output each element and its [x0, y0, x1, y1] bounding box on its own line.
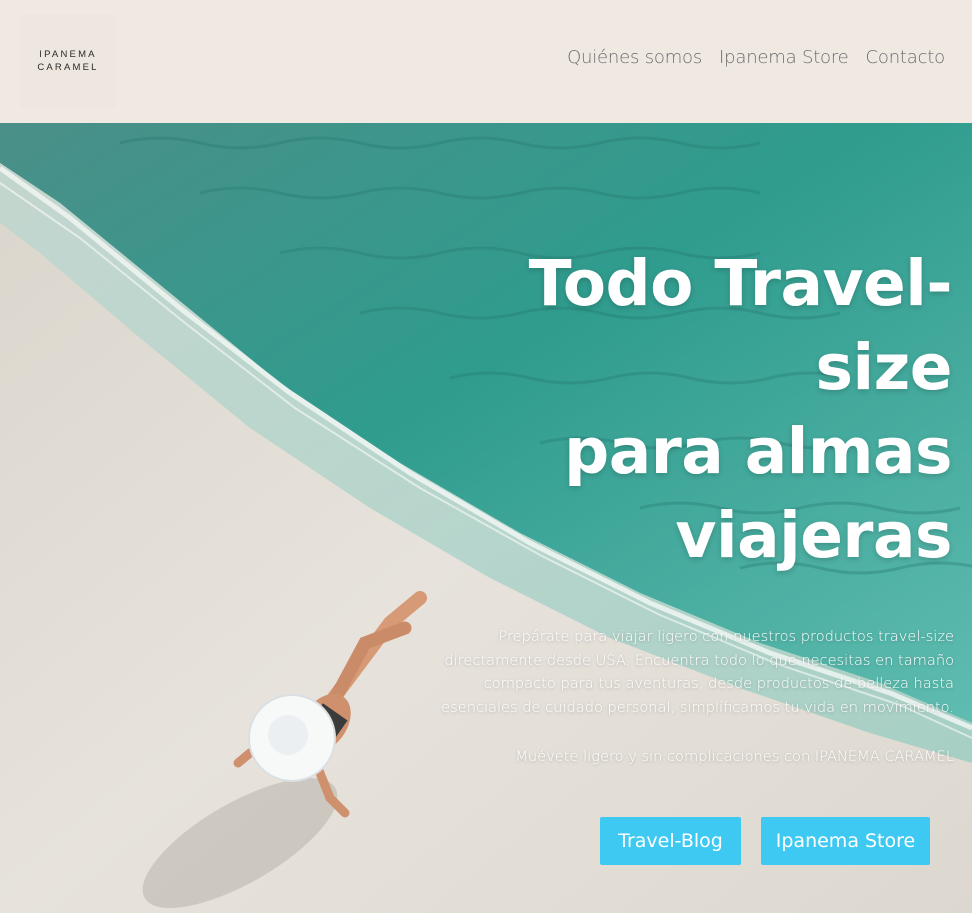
hero-headline: Todo Travel- size para almas viajeras: [528, 242, 953, 578]
hero-headline-line2: size: [815, 331, 953, 404]
nav-link-quienes-somos[interactable]: Quiénes somos: [567, 47, 702, 68]
hero-description: Prepárate para viajar ligero con nuestro…: [441, 628, 954, 716]
brand-logo[interactable]: IPANEMA CARAMEL: [20, 14, 116, 108]
site-header: IPANEMA CARAMEL Quiénes somos Ipanema St…: [0, 0, 972, 123]
ipanema-store-button[interactable]: Ipanema Store: [761, 817, 930, 865]
hero-headline-line3: para almas: [564, 415, 952, 488]
brand-logo-line2: CARAMEL: [37, 62, 99, 73]
hero-headline-line1: Todo Travel-: [528, 247, 953, 320]
main-nav: Quiénes somos Ipanema Store Contacto: [567, 47, 945, 68]
hero-tagline: Muévete ligero y sin complicaciones con …: [515, 748, 954, 765]
nav-link-contacto[interactable]: Contacto: [866, 47, 946, 68]
hero-section: Todo Travel- size para almas viajeras Pr…: [0, 123, 972, 913]
travel-blog-button[interactable]: Travel-Blog: [600, 817, 741, 865]
nav-link-ipanema-store[interactable]: Ipanema Store: [719, 47, 849, 68]
brand-logo-line1: IPANEMA: [39, 49, 97, 60]
hero-headline-line4: viajeras: [675, 499, 952, 572]
